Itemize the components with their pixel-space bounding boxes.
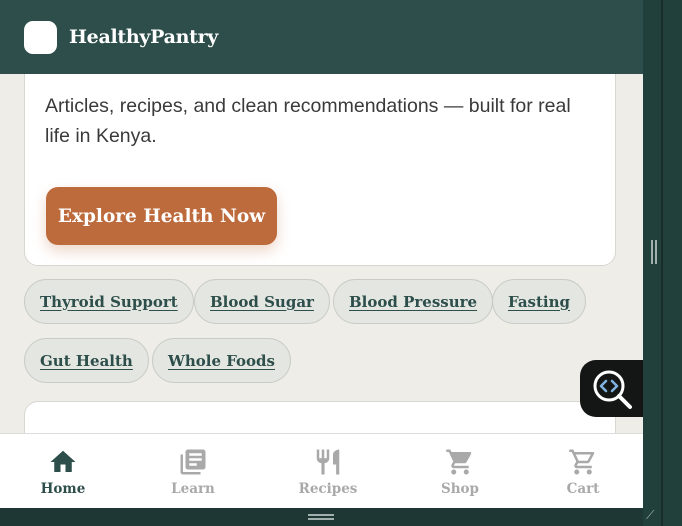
explore-health-button[interactable]: Explore Health Now: [46, 187, 277, 245]
chip-blood-sugar[interactable]: Blood Sugar: [194, 279, 330, 324]
nav-recipes-label: Recipes: [298, 481, 358, 497]
app-viewport: Articles, recipes, and clean recommendat…: [0, 0, 643, 508]
chip-blood-pressure[interactable]: Blood Pressure: [333, 279, 494, 324]
home-icon: [50, 450, 76, 472]
resize-corner-icon[interactable]: ⟋: [646, 508, 660, 522]
brand-name[interactable]: HealthyPantry: [69, 26, 218, 48]
nav-home-label: Home: [40, 481, 86, 497]
logo-icon[interactable]: [24, 20, 57, 54]
library-icon: [180, 449, 206, 475]
nav-learn-label: Learn: [171, 481, 215, 497]
app-header: HealthyPantry: [0, 0, 643, 74]
nav-cart-label: Cart: [566, 481, 600, 497]
chip-thyroid-support[interactable]: Thyroid Support: [24, 279, 194, 324]
bottom-navigation: Home Learn Recipes Shop Cart: [0, 433, 643, 508]
nav-shop[interactable]: Shop: [410, 434, 510, 508]
shopping-cart-icon: [446, 449, 472, 475]
hero-card: Articles, recipes, and clean recommendat…: [24, 60, 616, 266]
panel-divider: [661, 0, 663, 526]
code-search-button[interactable]: [580, 360, 643, 417]
bottom-resize-handle[interactable]: [308, 514, 334, 520]
nav-shop-label: Shop: [440, 481, 479, 497]
fork-knife-icon: [316, 449, 340, 475]
chip-fasting[interactable]: Fasting: [492, 279, 587, 324]
nav-recipes[interactable]: Recipes: [278, 434, 378, 508]
window-side-panel: ⟋: [643, 0, 682, 526]
code-search-icon: [593, 370, 632, 409]
chip-gut-health[interactable]: Gut Health: [24, 338, 149, 383]
nav-learn[interactable]: Learn: [143, 434, 243, 508]
window-bottom-bar: [0, 508, 643, 526]
hero-description: Articles, recipes, and clean recommendat…: [45, 95, 571, 147]
chip-whole-foods[interactable]: Whole Foods: [152, 338, 291, 383]
nav-cart[interactable]: Cart: [533, 434, 633, 508]
resize-handle[interactable]: [651, 240, 657, 264]
cart-outline-icon: [569, 449, 595, 475]
nav-home[interactable]: Home: [13, 434, 113, 508]
